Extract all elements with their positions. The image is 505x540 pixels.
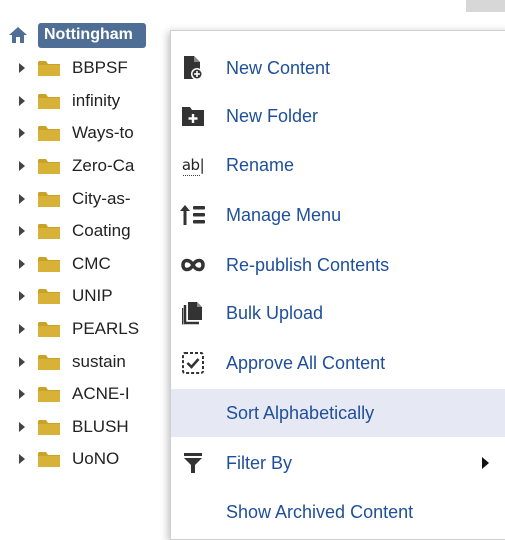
menu-item-label: Sort Alphabetically: [226, 402, 375, 423]
tree-item[interactable]: City-as-: [0, 182, 172, 215]
new-folder-icon: [180, 103, 206, 129]
rename-icon: ab|: [180, 152, 206, 178]
approve-icon: [180, 350, 206, 376]
tree-item[interactable]: sustain: [0, 345, 172, 378]
top-edge-bar: [466, 0, 505, 12]
bulk-upload-icon: [180, 300, 206, 326]
folder-icon: [38, 353, 60, 371]
menu-item-sort-alphabetically[interactable]: Sort Alphabetically: [171, 389, 505, 437]
context-menu: New Content New Folder ab| Rename Manage: [170, 30, 505, 540]
tree-item[interactable]: Ways-to: [0, 117, 172, 150]
tree-root-row[interactable]: Nottingham: [8, 22, 146, 48]
submenu-arrow-icon: [482, 457, 489, 469]
folder-icon: [38, 59, 60, 77]
expand-caret-icon[interactable]: [19, 356, 25, 367]
tree-item-label[interactable]: City-as-: [72, 189, 172, 209]
menu-item-new-content[interactable]: New Content: [171, 44, 505, 92]
expand-caret-icon[interactable]: [19, 291, 25, 302]
tree-item[interactable]: Zero-Ca: [0, 150, 172, 183]
tree-item[interactable]: Coating: [0, 215, 172, 248]
expand-caret-icon[interactable]: [19, 324, 25, 335]
expand-caret-icon[interactable]: [19, 161, 25, 172]
tree-item-label[interactable]: PEARLS: [72, 319, 172, 339]
folder-icon: [38, 255, 60, 273]
tree-item[interactable]: PEARLS: [0, 313, 172, 346]
folder-icon: [38, 124, 60, 142]
expand-caret-icon[interactable]: [19, 63, 25, 74]
menu-item-label: Filter By: [226, 452, 293, 473]
menu-item-filter-by[interactable]: Filter By: [171, 439, 505, 487]
menu-item-manage-menu[interactable]: Manage Menu: [171, 191, 505, 239]
tree-root-label[interactable]: Nottingham: [38, 22, 146, 48]
expand-caret-icon[interactable]: [19, 226, 25, 237]
tree-item[interactable]: BBPSF: [0, 52, 172, 85]
menu-item-rename[interactable]: ab| Rename: [171, 141, 505, 189]
rename-glyph: ab|: [181, 156, 205, 176]
tree-item-label[interactable]: UoNO: [72, 449, 172, 469]
tree-item-label[interactable]: Ways-to: [72, 123, 172, 143]
republish-icon: [180, 252, 206, 278]
menu-item-label: Show Archived Content: [226, 501, 414, 522]
tree-item[interactable]: infinity: [0, 85, 172, 118]
folder-icon: [38, 190, 60, 208]
folder-icon: [38, 320, 60, 338]
tree-item[interactable]: ACNE-I: [0, 378, 172, 411]
menu-item-new-folder[interactable]: New Folder: [171, 92, 505, 140]
menu-item-label: Re-publish Contents: [226, 254, 390, 275]
tree-item-label[interactable]: CMC: [72, 254, 172, 274]
expand-caret-icon[interactable]: [19, 95, 25, 106]
tree-item-label[interactable]: BBPSF: [72, 58, 172, 78]
menu-item-label: Bulk Upload: [226, 302, 324, 323]
menu-item-label: Rename: [226, 154, 295, 175]
expand-caret-icon[interactable]: [19, 454, 25, 465]
menu-item-approve-all-content[interactable]: Approve All Content: [171, 339, 505, 387]
expand-caret-icon[interactable]: [19, 421, 25, 432]
tree-item-label[interactable]: infinity: [72, 91, 172, 111]
tree-item-label[interactable]: UNIP: [72, 286, 172, 306]
filter-icon: [180, 450, 206, 476]
tree-item[interactable]: UNIP: [0, 280, 172, 313]
expand-caret-icon[interactable]: [19, 258, 25, 269]
tree-item-label[interactable]: ACNE-I: [72, 384, 172, 404]
menu-item-label: New Folder: [226, 105, 319, 126]
folder-icon: [38, 287, 60, 305]
manage-menu-icon: [180, 202, 206, 228]
tree-list: BBPSF infinity Ways-to Zero-Ca City-as- …: [0, 52, 172, 476]
expand-caret-icon[interactable]: [19, 128, 25, 139]
home-icon[interactable]: [8, 25, 28, 45]
folder-icon: [38, 385, 60, 403]
folder-icon: [38, 222, 60, 240]
menu-item-label: Approve All Content: [226, 352, 386, 373]
folder-tree: Nottingham BBPSF infinity Ways-to Zero-C…: [0, 0, 190, 529]
menu-item-label: Manage Menu: [226, 204, 342, 225]
expand-caret-icon[interactable]: [19, 389, 25, 400]
tree-item[interactable]: UoNO: [0, 443, 172, 476]
menu-item-label: New Content: [226, 57, 331, 78]
tree-item-label[interactable]: Zero-Ca: [72, 156, 172, 176]
tree-item[interactable]: CMC: [0, 248, 172, 281]
expand-caret-icon[interactable]: [19, 193, 25, 204]
folder-icon: [38, 450, 60, 468]
new-content-icon: [180, 55, 206, 81]
folder-icon: [38, 92, 60, 110]
menu-item-bulk-upload[interactable]: Bulk Upload: [171, 289, 505, 337]
menu-item-republish-contents[interactable]: Re-publish Contents: [171, 241, 505, 289]
folder-icon: [38, 157, 60, 175]
tree-item[interactable]: BLUSH: [0, 411, 172, 444]
tree-item-label[interactable]: sustain: [72, 352, 172, 372]
folder-icon: [38, 418, 60, 436]
tree-item-label[interactable]: BLUSH: [72, 417, 172, 437]
tree-item-label[interactable]: Coating: [72, 221, 172, 241]
